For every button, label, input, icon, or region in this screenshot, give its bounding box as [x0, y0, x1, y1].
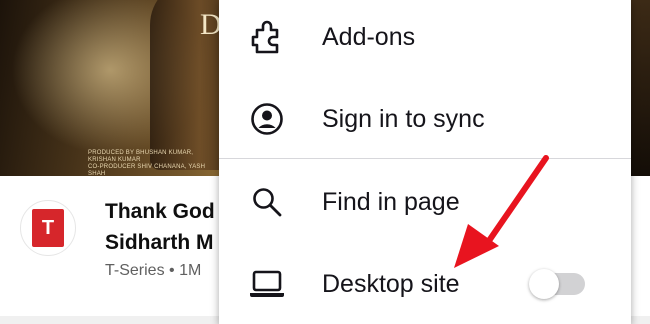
menu-item-find-in-page[interactable]: Find in page [219, 162, 631, 242]
menu-item-label: Desktop site [322, 269, 460, 298]
puzzle-piece-icon [249, 19, 285, 55]
tseries-logo: T [32, 209, 64, 247]
channel-avatar[interactable]: T [20, 200, 76, 256]
credit-line: PRODUCED BY BHUSHAN KUMAR, KRISHAN KUMAR [88, 150, 194, 163]
credit-line: CO-PRODUCER SHIV CHANANA, YASH SHAH [88, 164, 206, 176]
menu-item-add-ons[interactable]: Add-ons [219, 0, 631, 77]
toggle-knob [529, 269, 559, 299]
browser-menu: Add-ons Sign in to sync Find in page Des… [219, 0, 631, 324]
menu-item-label: Sign in to sync [322, 104, 485, 133]
thumbnail-credits: PRODUCED BY BHUSHAN KUMAR, KRISHAN KUMAR… [88, 150, 218, 176]
thumbnail-edge [628, 0, 650, 176]
account-icon [249, 101, 285, 137]
menu-item-desktop-site[interactable]: Desktop site [219, 244, 631, 324]
menu-divider [219, 158, 631, 159]
search-icon [249, 184, 285, 220]
video-meta: T-Series • 1M [105, 262, 202, 279]
laptop-icon [249, 266, 285, 302]
menu-item-label: Find in page [322, 187, 460, 216]
menu-item-sign-in-to-sync[interactable]: Sign in to sync [219, 79, 631, 159]
menu-item-label: Add-ons [322, 22, 416, 51]
desktop-site-toggle[interactable] [529, 269, 585, 299]
